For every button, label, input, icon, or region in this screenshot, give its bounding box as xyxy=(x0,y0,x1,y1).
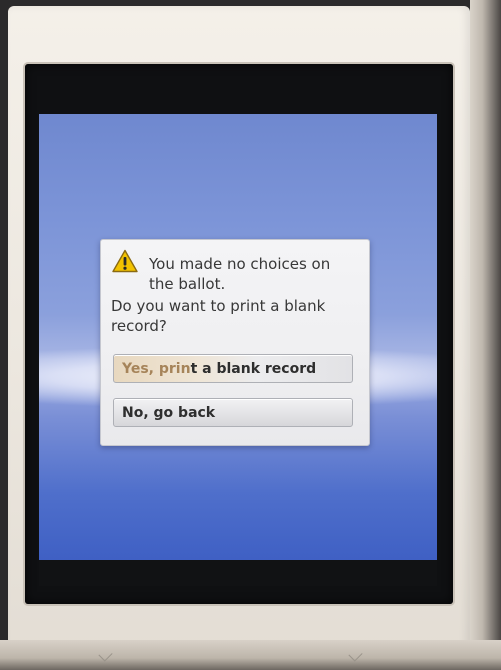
go-back-button[interactable]: No, go back xyxy=(113,398,353,427)
screen-bottom-band xyxy=(39,560,437,586)
blank-ballot-dialog: You made no choices on the ballot. Do yo… xyxy=(100,239,370,446)
print-blank-record-label-start: Yes, prin xyxy=(122,360,191,377)
device-side-edge xyxy=(470,0,501,670)
dialog-question: Do you want to print a blank record? xyxy=(111,297,326,335)
warning-icon xyxy=(112,249,138,273)
dialog-message: You made no choices on the ballot. xyxy=(149,255,331,293)
print-blank-record-button[interactable]: Yes, print a blank record xyxy=(113,354,353,383)
device-bottom-edge xyxy=(0,640,501,670)
print-blank-record-label-end: t a blank record xyxy=(190,360,317,377)
